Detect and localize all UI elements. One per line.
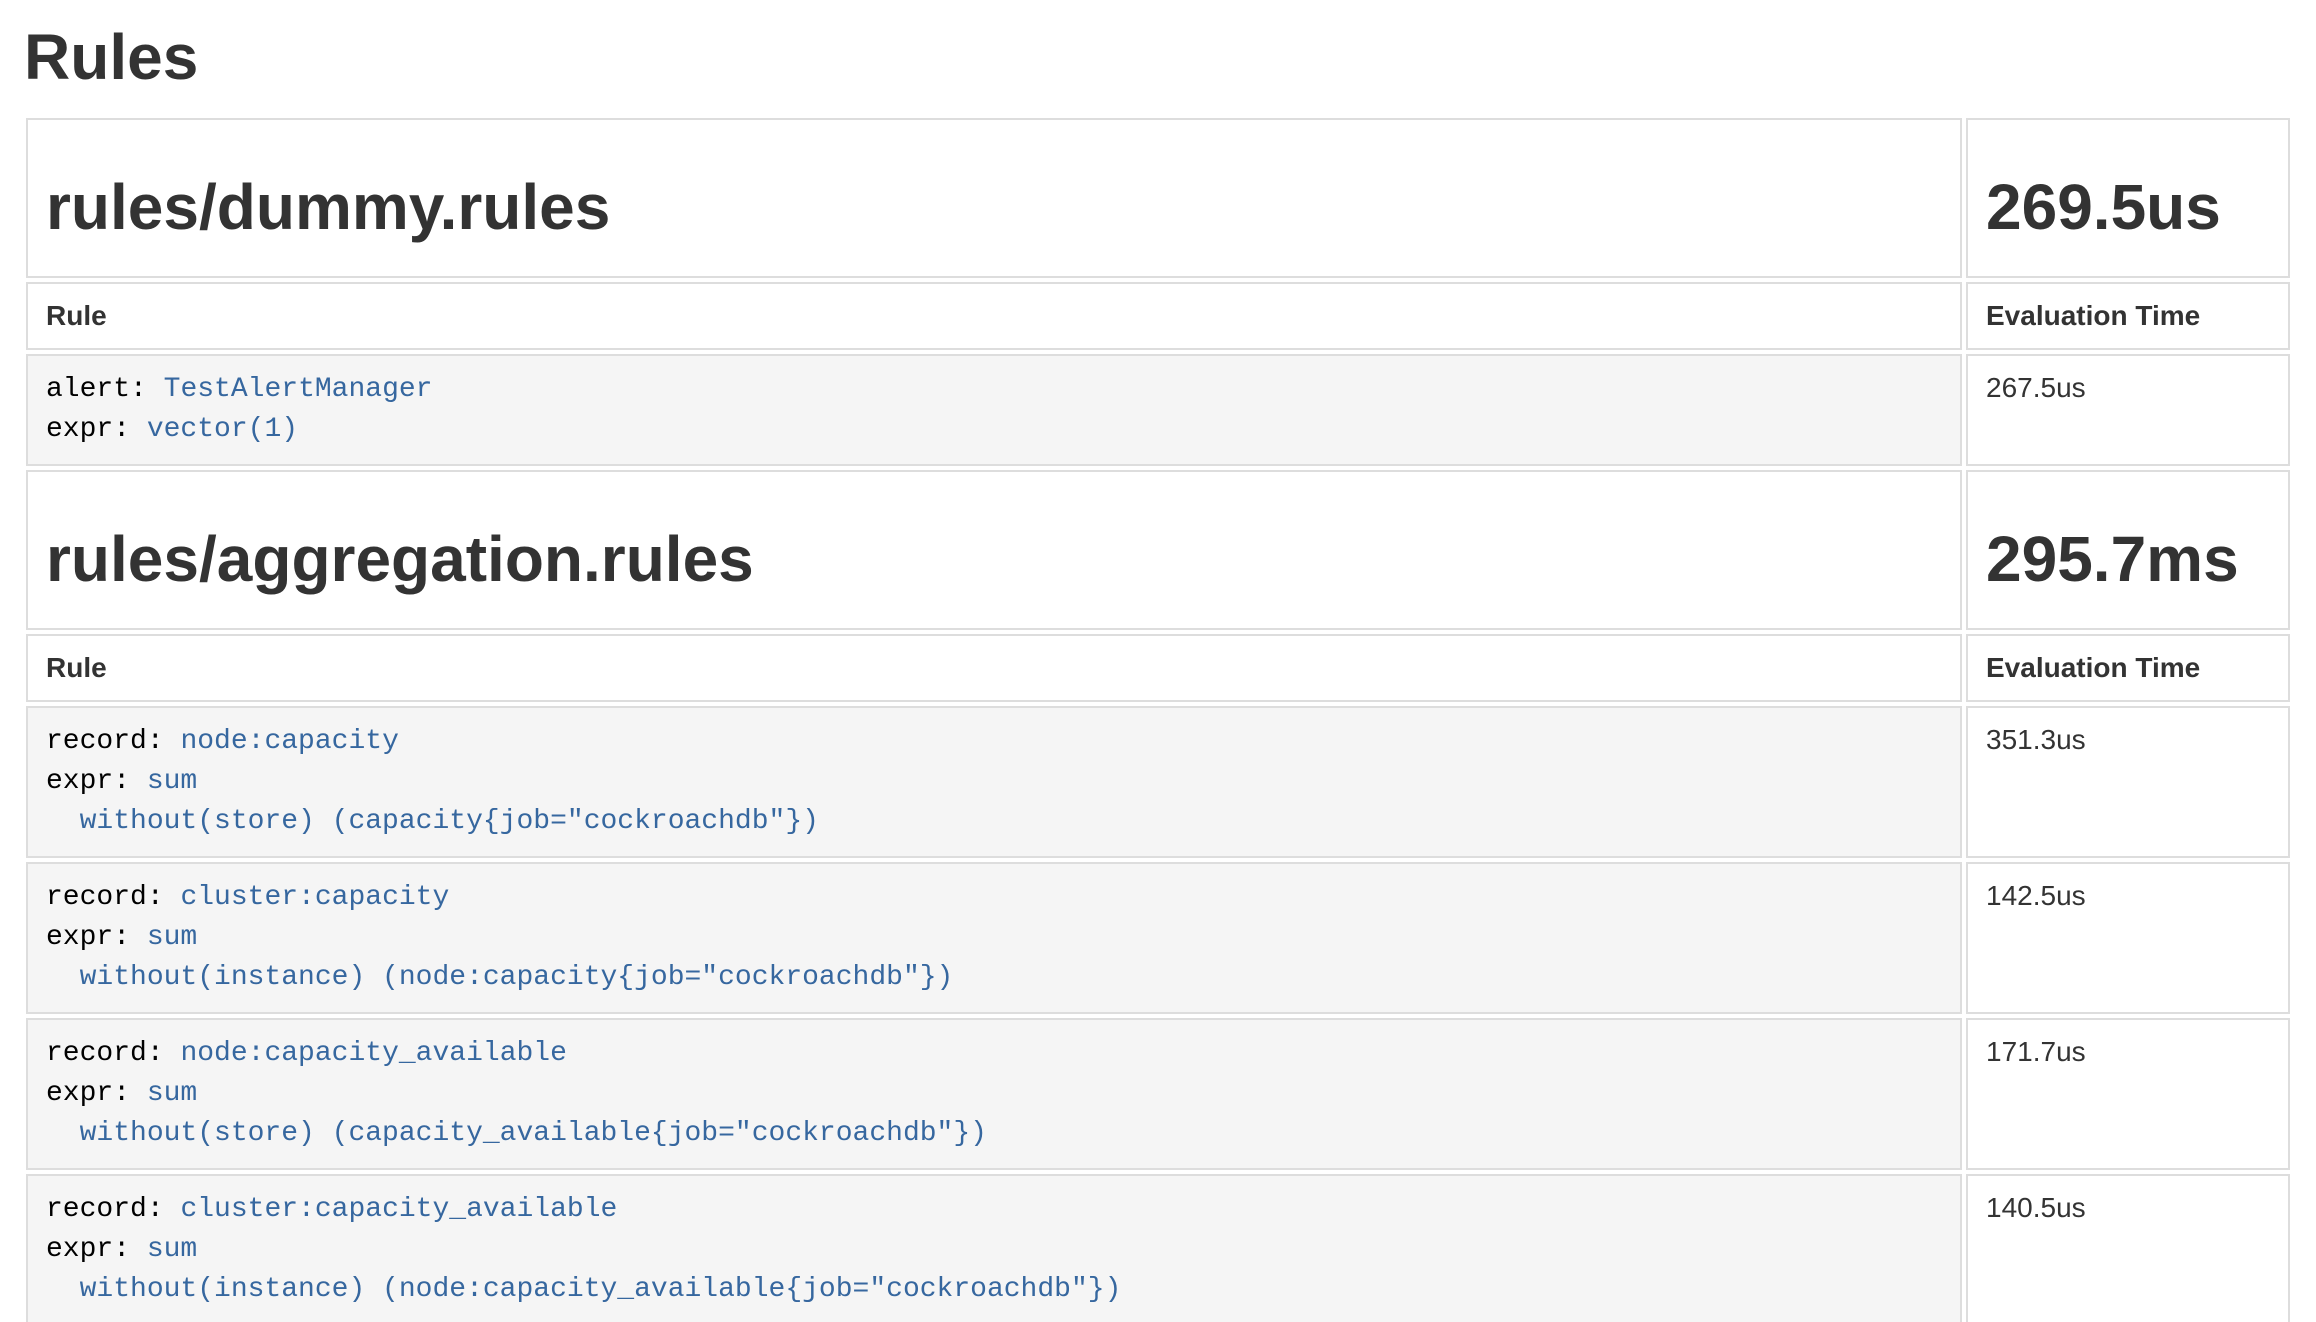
rule-eval-time: 351.3us	[1966, 706, 2290, 858]
rule-definition: record: cluster:capacity expr: sum witho…	[46, 878, 1942, 998]
rule-definition: record: node:capacity expr: sum without(…	[46, 722, 1942, 842]
rule-keyword: alert:	[46, 374, 147, 405]
time-column-header: Evaluation Time	[1966, 282, 2290, 350]
rule-row: record: node:capacity_available expr: su…	[26, 1018, 2290, 1170]
rule-keyword: record:	[46, 1038, 164, 1069]
rule-expr-link[interactable]: vector(1)	[147, 414, 298, 445]
rule-group-eval-time-cell: 269.5us	[1966, 118, 2290, 278]
rule-keyword: expr:	[46, 1234, 130, 1265]
rule-definition: record: cluster:capacity_available expr:…	[46, 1190, 1942, 1310]
rule-definition-cell: alert: TestAlertManager expr: vector(1)	[26, 354, 1962, 466]
rule-group-file: rules/dummy.rules	[46, 172, 1942, 242]
rule-group-header-row: rules/aggregation.rules 295.7ms	[26, 470, 2290, 630]
rule-group-file-cell: rules/dummy.rules	[26, 118, 1962, 278]
rule-group-header-row: rules/dummy.rules 269.5us	[26, 118, 2290, 278]
rule-definition-cell: record: cluster:capacity expr: sum witho…	[26, 862, 1962, 1014]
column-header-row: Rule Evaluation Time	[26, 634, 2290, 702]
rule-keyword: expr:	[46, 766, 130, 797]
rule-expr-link[interactable]: sum without(instance) (node:capacity_ava…	[46, 1234, 1121, 1305]
column-header-row: Rule Evaluation Time	[26, 282, 2290, 350]
rule-eval-time: 171.7us	[1966, 1018, 2290, 1170]
rule-keyword: expr:	[46, 414, 130, 445]
rule-group-file: rules/aggregation.rules	[46, 524, 1942, 594]
rule-definition: alert: TestAlertManager expr: vector(1)	[46, 370, 1942, 450]
rule-expr-link[interactable]: sum without(store) (capacity_available{j…	[46, 1078, 987, 1149]
rule-keyword: record:	[46, 1194, 164, 1225]
rules-page: Rules rules/dummy.rules 269.5us Rule Eva…	[0, 0, 2316, 1322]
rule-group-eval-time-cell: 295.7ms	[1966, 470, 2290, 630]
rule-row: record: cluster:capacity expr: sum witho…	[26, 862, 2290, 1014]
rule-keyword: expr:	[46, 922, 130, 953]
alert-name-link[interactable]: TestAlertManager	[164, 374, 433, 405]
rule-keyword: record:	[46, 882, 164, 913]
rule-definition: record: node:capacity_available expr: su…	[46, 1034, 1942, 1154]
rule-column-header: Rule	[26, 634, 1962, 702]
rule-row: alert: TestAlertManager expr: vector(1) …	[26, 354, 2290, 466]
rule-row: record: cluster:capacity_available expr:…	[26, 1174, 2290, 1322]
time-column-header: Evaluation Time	[1966, 634, 2290, 702]
page-title: Rules	[24, 22, 2294, 92]
rule-column-header: Rule	[26, 282, 1962, 350]
rule-keyword: record:	[46, 726, 164, 757]
rule-group-eval-time: 295.7ms	[1986, 524, 2270, 594]
rule-expr-link[interactable]: sum without(instance) (node:capacity{job…	[46, 922, 953, 993]
rule-definition-cell: record: node:capacity_available expr: su…	[26, 1018, 1962, 1170]
record-name-link[interactable]: node:capacity_available	[180, 1038, 566, 1069]
rule-keyword: expr:	[46, 1078, 130, 1109]
rule-group-eval-time: 269.5us	[1986, 172, 2270, 242]
rule-row: record: node:capacity expr: sum without(…	[26, 706, 2290, 858]
rule-eval-time: 140.5us	[1966, 1174, 2290, 1322]
rule-definition-cell: record: cluster:capacity_available expr:…	[26, 1174, 1962, 1322]
rule-eval-time: 267.5us	[1966, 354, 2290, 466]
rules-table: rules/dummy.rules 269.5us Rule Evaluatio…	[22, 114, 2294, 1322]
record-name-link[interactable]: cluster:capacity	[180, 882, 449, 913]
record-name-link[interactable]: cluster:capacity_available	[180, 1194, 617, 1225]
rule-expr-link[interactable]: sum without(store) (capacity{job="cockro…	[46, 766, 819, 837]
rule-group-file-cell: rules/aggregation.rules	[26, 470, 1962, 630]
rule-eval-time: 142.5us	[1966, 862, 2290, 1014]
rule-definition-cell: record: node:capacity expr: sum without(…	[26, 706, 1962, 858]
record-name-link[interactable]: node:capacity	[180, 726, 398, 757]
